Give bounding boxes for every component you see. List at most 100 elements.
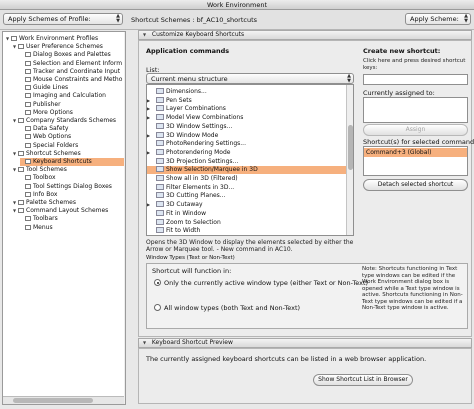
sidebar-item-label: Toolbox	[33, 174, 56, 182]
command-row[interactable]: Filter Elements in 3D...	[147, 183, 347, 192]
window-types-group: Shortcut will function in: Only the curr…	[146, 263, 468, 329]
sidebar-item[interactable]: Guide Lines	[20, 84, 124, 92]
tree-horizontal-scrollbar[interactable]	[3, 396, 124, 404]
command-list-scrollbar[interactable]	[346, 85, 353, 235]
command-row[interactable]: Zoom to Selection	[147, 218, 347, 227]
scheme-tree[interactable]: ▼ Work Environment Profiles ▼ User Preferen…	[2, 31, 126, 405]
window-types-note: Note: Shortcuts functioning in Text type…	[362, 266, 463, 311]
sidebar-item[interactable]: Menus	[20, 224, 124, 232]
assign-button[interactable]: Assign	[363, 124, 468, 136]
sidebar-item[interactable]: ▼ Tool Schemes	[13, 166, 124, 174]
sidebar-item[interactable]: Toolbars	[20, 215, 124, 223]
sidebar-item[interactable]: ▼ User Preference Schemes	[13, 43, 124, 51]
tree-vertical-scrollbar[interactable]	[124, 32, 125, 404]
sidebar-item[interactable]: Special Folders	[20, 142, 124, 150]
command-row[interactable]: ▶ Model View Combinations	[147, 114, 347, 122]
document-icon	[25, 134, 31, 140]
shortcut-item[interactable]: Command+3 (Global)	[364, 148, 467, 157]
command-row[interactable]: 3D Projection Settings...	[147, 157, 347, 166]
command-row[interactable]: Fit to Width	[147, 227, 347, 235]
popup-arrows-icon: ▲ ▼	[347, 73, 351, 84]
sidebar-item[interactable]: Dialog Boxes and Palettes	[20, 51, 124, 59]
document-icon	[25, 183, 31, 189]
sidebar-item[interactable]: Imaging and Calculation	[20, 92, 124, 100]
command-icon	[156, 157, 164, 164]
customize-panel: Application commands List: Current menu …	[138, 40, 474, 337]
customize-section-header[interactable]: ▼ Customize Keyboard Shortcuts	[138, 30, 472, 40]
sidebar-item[interactable]: Selection and Element Inform	[20, 60, 124, 68]
show-shortcut-list-button[interactable]: Show Shortcut List in Browser	[313, 374, 413, 386]
sidebar-item[interactable]: Tracker and Coordinate Input	[20, 68, 124, 76]
shortcuts-for-label: Shortcut(s) for selected command:	[363, 138, 474, 146]
command-label: 3D Cutaway	[166, 201, 203, 209]
preview-section-header[interactable]: ▼ Keyboard Shortcut Preview	[138, 338, 472, 348]
collapse-triangle-icon[interactable]: ▼	[143, 339, 148, 347]
sidebar-item[interactable]: More Options	[20, 109, 124, 117]
command-label: Fit to Width	[166, 227, 201, 235]
sidebar-item[interactable]: Keyboard Shortcuts	[20, 158, 124, 166]
sidebar-item[interactable]: Publisher	[20, 101, 124, 109]
radio-active-window-type[interactable]	[154, 279, 161, 286]
command-row[interactable]: ▶ Photorendering Mode	[147, 148, 347, 157]
sidebar-item-label: Imaging and Calculation	[33, 92, 106, 100]
command-row[interactable]: Dimensions...	[147, 88, 347, 96]
expand-triangle-icon[interactable]: ▶	[147, 105, 156, 113]
shortcut-key-field[interactable]	[363, 74, 468, 85]
folder-icon	[18, 44, 24, 50]
document-icon	[25, 77, 31, 82]
command-row[interactable]: 3D Window Settings...	[147, 122, 347, 131]
apply-scheme-popup[interactable]: Apply Scheme: ▲ ▼	[405, 13, 471, 25]
expand-triangle-icon[interactable]: ▶	[147, 149, 156, 157]
sidebar-item[interactable]: Web Options	[20, 133, 124, 141]
expand-triangle-icon[interactable]: ▶	[147, 97, 156, 105]
document-icon	[25, 109, 31, 115]
command-icon	[156, 122, 164, 129]
list-structure-popup[interactable]: Current menu structure ▲ ▼	[146, 73, 354, 84]
sidebar-item[interactable]: Data Safety	[20, 125, 124, 133]
radio-all-window-types[interactable]	[154, 304, 161, 311]
collapse-triangle-icon[interactable]: ▼	[143, 31, 148, 39]
command-list[interactable]: Dimensions... ▶ Pen Sets ▶ Layer Combination…	[146, 84, 354, 236]
command-list-scroll-thumb[interactable]	[348, 125, 353, 170]
command-row[interactable]: 3D Cutting Planes...	[147, 192, 347, 200]
expand-triangle-icon[interactable]: ▶	[147, 114, 156, 122]
sidebar-item[interactable]: ▼ Command Layout Schemes	[13, 207, 124, 215]
sidebar-item[interactable]: Info Box	[20, 191, 124, 199]
command-icon	[156, 218, 164, 225]
document-icon	[25, 52, 31, 58]
expand-triangle-icon[interactable]: ▶	[147, 201, 156, 209]
sidebar-item[interactable]: ▼ Company Standards Schemes	[13, 117, 124, 125]
command-row[interactable]: ▶ Layer Combinations	[147, 105, 347, 113]
command-row[interactable]: ▶ 3D Cutaway	[147, 201, 347, 209]
command-row[interactable]: Fit in Window	[147, 209, 347, 218]
sidebar-item[interactable]: ▼ Palette Schemes	[13, 199, 124, 207]
expand-triangle-icon[interactable]: ▶	[147, 132, 156, 140]
command-label: Show all in 3D (Filtered)	[166, 175, 238, 182]
document-icon	[25, 126, 31, 132]
sidebar-item-label: Menus	[33, 223, 53, 231]
document-icon	[25, 142, 31, 148]
sidebar-item[interactable]: ▼ Work Environment Profiles	[6, 35, 124, 43]
command-icon	[156, 88, 164, 94]
document-icon	[25, 68, 31, 74]
sidebar-item[interactable]: Mouse Constraints and Metho	[20, 76, 124, 84]
sidebar-item-label: Tracker and Coordinate Input	[33, 67, 121, 75]
sidebar-item[interactable]: ▼ Shortcut Schemes	[13, 150, 124, 158]
command-label: Zoom to Selection	[166, 218, 221, 226]
command-icon	[156, 227, 164, 234]
command-row[interactable]: ▶ Pen Sets	[147, 96, 347, 105]
tree-scroll-thumb[interactable]	[13, 398, 93, 403]
command-row[interactable]: PhotoRendering Settings...	[147, 140, 347, 148]
sidebar-item[interactable]: Tool Settings Dialog Boxes	[20, 183, 124, 191]
command-row[interactable]: ▶ 3D Window Mode	[147, 131, 347, 140]
sidebar-item[interactable]: Toolbox	[20, 174, 124, 182]
detach-shortcut-button[interactable]: Detach selected shortcut	[363, 179, 468, 191]
command-icon	[156, 140, 164, 147]
command-row[interactable]: Show all in 3D (Filtered)	[147, 175, 347, 183]
command-label: Pen Sets	[166, 96, 192, 104]
assigned-shortcuts-list[interactable]: Command+3 (Global)	[363, 146, 468, 176]
apply-profile-popup[interactable]: Apply Schemes of Profile: ▲ ▼	[3, 13, 123, 25]
command-row[interactable]: Show Selection/Marquee in 3D	[147, 166, 347, 175]
folder-icon	[18, 167, 24, 173]
command-icon	[156, 148, 164, 155]
